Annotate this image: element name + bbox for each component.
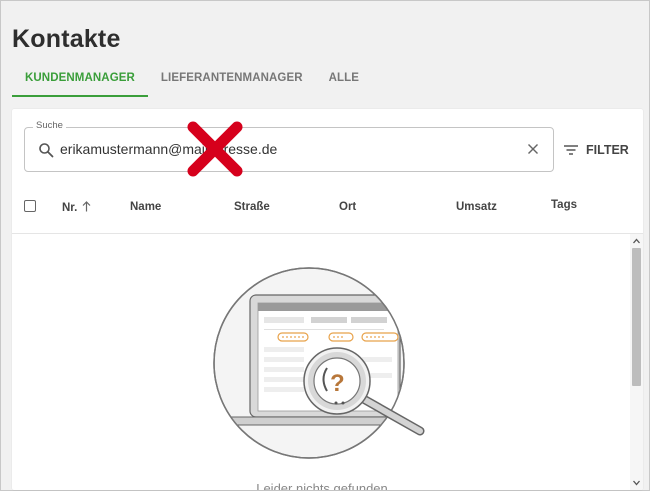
search-input[interactable]: [60, 139, 510, 159]
column-nr-label: Nr.: [62, 202, 78, 214]
app-window: Kontakte KUNDENMANAGER LIEFERANTENMANAGE…: [0, 0, 650, 491]
column-tags[interactable]: Tags: [551, 199, 577, 211]
column-strasse[interactable]: Straße: [234, 201, 270, 213]
column-nr[interactable]: Nr.: [62, 201, 91, 214]
contacts-panel: Suche FILTER Nr. Name: [12, 109, 643, 490]
scroll-up-icon[interactable]: [632, 237, 641, 245]
search-icon: [39, 143, 54, 158]
tab-alle[interactable]: ALLE: [316, 65, 372, 97]
column-name[interactable]: Name: [130, 201, 161, 213]
filter-label: FILTER: [586, 143, 629, 157]
column-ort[interactable]: Ort: [339, 201, 356, 213]
scroll-thumb[interactable]: [632, 248, 641, 386]
column-umsatz[interactable]: Umsatz: [456, 201, 497, 213]
filter-button[interactable]: FILTER: [564, 141, 629, 159]
empty-state-text: Leider nichts gefunden: [256, 481, 388, 490]
tab-bar: KUNDENMANAGER LIEFERANTENMANAGER ALLE: [12, 65, 372, 97]
filter-icon: [564, 145, 578, 155]
search-label: Suche: [33, 120, 66, 131]
vertical-scrollbar[interactable]: [630, 234, 643, 490]
scroll-down-icon[interactable]: [632, 479, 641, 487]
svg-text:?: ?: [330, 370, 345, 397]
tab-lieferantenmanager[interactable]: LIEFERANTENMANAGER: [148, 65, 316, 97]
arrow-up-icon: [82, 201, 91, 212]
page-title: Kontakte: [12, 25, 121, 53]
search-field[interactable]: Suche: [24, 120, 554, 172]
tab-kundenmanager[interactable]: KUNDENMANAGER: [12, 65, 148, 97]
close-icon[interactable]: [527, 143, 539, 155]
empty-state-illustration: ?: [213, 267, 425, 459]
select-all-checkbox[interactable]: [24, 200, 36, 212]
table-header: Nr. Name Straße Ort Umsatz Tags: [12, 183, 643, 234]
